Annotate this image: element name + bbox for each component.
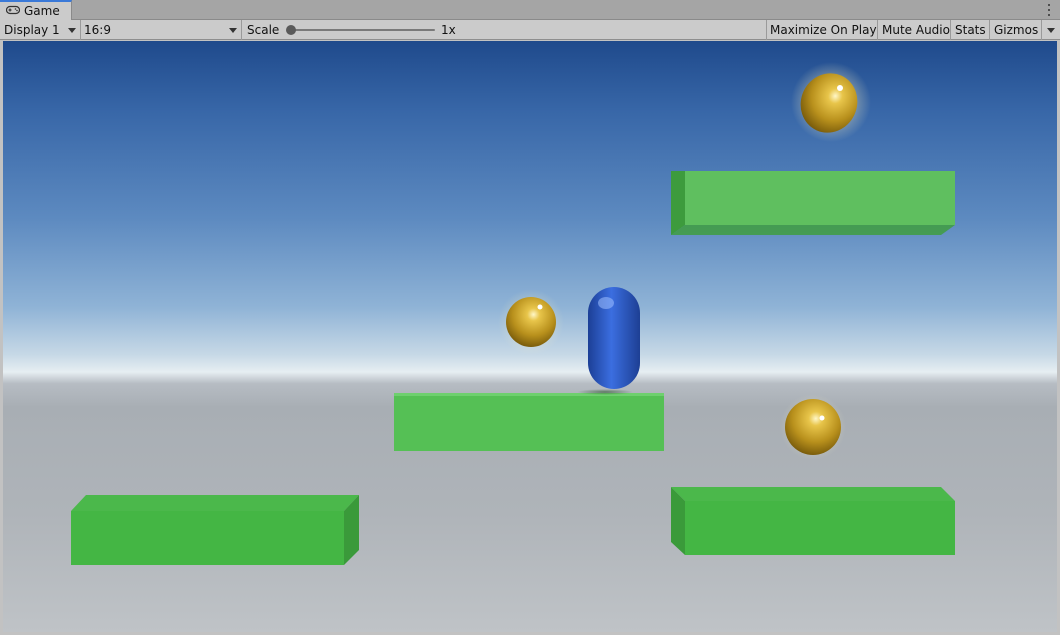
platform-bottom-left [71,495,359,565]
player-capsule [588,287,640,389]
game-viewport[interactable] [3,41,1057,632]
platform-bottom-right [671,487,955,555]
display-dropdown[interactable]: Display 1 [0,20,80,40]
stats-button[interactable]: Stats [955,20,986,40]
more-options-icon[interactable] [1046,2,1052,18]
toolbar-divider [241,20,242,40]
tab-bar: Game [0,0,1060,20]
game-window: Game Display 1 16:9 Scale 1x Maximize On… [0,0,1060,635]
scale-slider[interactable] [288,29,435,31]
coin-top-right [791,62,871,142]
game-toolbar: Display 1 16:9 Scale 1x Maximize On Play… [0,20,1060,40]
scale-slider-thumb[interactable] [286,25,296,35]
chevron-down-icon [68,28,76,33]
toolbar-divider [950,20,951,40]
chevron-down-icon [1046,27,1055,33]
tab-game-label: Game [24,4,60,18]
toolbar-divider [989,20,990,40]
gamepad-icon [5,4,21,18]
toolbar-divider [766,20,767,40]
coin-bottom-right [780,394,846,460]
platform-middle [394,389,664,451]
coin-middle [498,289,564,355]
scene-render [71,62,955,565]
toolbar-divider [877,20,878,40]
scale-label: Scale [247,23,280,37]
gizmos-button[interactable]: Gizmos [994,20,1038,40]
platform-top-right [671,171,955,235]
mute-audio-button[interactable]: Mute Audio [882,20,950,40]
tab-game[interactable]: Game [0,0,72,20]
maximize-on-play-button[interactable]: Maximize On Play [770,20,877,40]
gizmos-dropdown[interactable] [1041,20,1060,40]
chevron-down-icon [229,28,237,33]
aspect-dropdown-label: 16:9 [84,23,111,37]
aspect-dropdown[interactable]: 16:9 [81,20,241,40]
display-dropdown-label: Display 1 [4,23,60,37]
scale-value: 1x [441,23,456,37]
